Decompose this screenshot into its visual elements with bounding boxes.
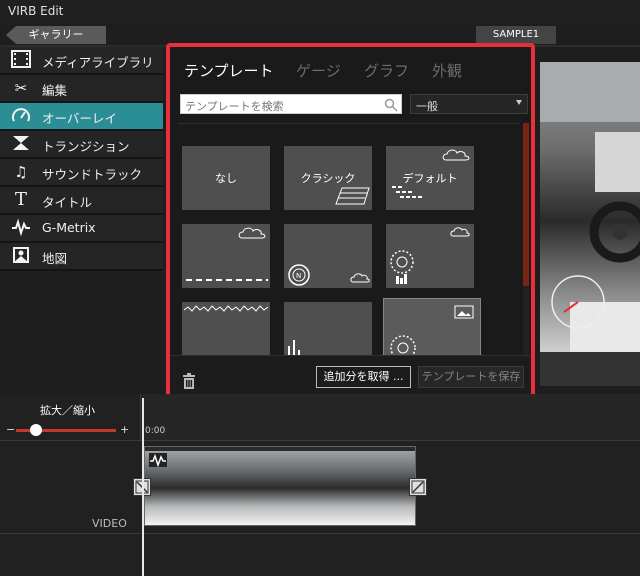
tab-graph[interactable]: グラフ	[364, 60, 409, 81]
svg-text:N: N	[296, 272, 301, 280]
title-t-icon: T	[14, 189, 27, 210]
timeline: 拡大／縮小 − + 0:00 VIDEO	[0, 394, 640, 576]
music-note-icon: ♫	[14, 163, 28, 181]
category-selected-value: 一般	[416, 100, 438, 113]
playhead[interactable]	[142, 398, 144, 576]
sidebar-item-overlay[interactable]: オーバーレイ	[0, 103, 163, 131]
template-default[interactable]: デフォルト	[386, 146, 474, 210]
dashed-line-icon	[186, 279, 268, 281]
sidebar-item-label: G-Metrix	[42, 220, 96, 235]
sidebar-item-label: タイトル	[42, 195, 93, 210]
sidebar-item-title[interactable]: T タイトル	[0, 187, 163, 215]
template-none[interactable]: なし	[182, 146, 270, 210]
template-grid: なし クラシック デフォルト N	[178, 123, 520, 356]
title-bar: VIRB Edit	[0, 0, 640, 22]
sidebar-item-label: 編集	[42, 83, 68, 98]
chevron-down-icon	[516, 100, 522, 105]
app-title: VIRB Edit	[8, 4, 64, 18]
sidebar-item-label: オーバーレイ	[42, 111, 117, 126]
preview-footer	[540, 352, 640, 386]
template-item[interactable]	[182, 224, 270, 288]
sidebar-item-edit[interactable]: ✂ 編集	[0, 75, 163, 103]
template-item[interactable]	[182, 302, 270, 356]
template-classic[interactable]: クラシック	[284, 146, 372, 210]
clip-frame-thumbnail	[285, 451, 415, 525]
sidebar: メディアライブラリ ✂ 編集 オーバーレイ トランジション ♫ サウンドトラック…	[0, 47, 163, 271]
tab-appearance[interactable]: 外観	[432, 60, 462, 81]
tab-gauge[interactable]: ゲージ	[296, 60, 341, 81]
category-dropdown[interactable]: 一般	[410, 94, 528, 114]
zoom-out-button[interactable]: −	[6, 423, 15, 436]
cloud-icon	[450, 227, 470, 237]
sidebar-item-label: メディアライブラリ	[42, 55, 154, 70]
trash-icon[interactable]	[182, 373, 196, 389]
template-search-field	[180, 94, 402, 116]
time-start-label: 0:00	[145, 426, 166, 436]
cloud-icon	[350, 273, 370, 283]
template-item[interactable]	[383, 298, 481, 356]
zoom-in-button[interactable]: +	[120, 423, 129, 436]
save-template-button[interactable]: テンプレートを保存	[418, 366, 524, 388]
zoom-slider-knob[interactable]	[30, 424, 42, 436]
vertical-bars-icon	[288, 340, 300, 356]
sidebar-item-soundtrack[interactable]: ♫ サウンドトラック	[0, 159, 163, 187]
waveform-icon	[184, 305, 268, 312]
sidebar-item-g-metrix[interactable]: G-Metrix	[0, 215, 163, 243]
video-track-label: VIDEO	[92, 517, 127, 530]
template-label: クラシック	[300, 172, 356, 185]
divider	[0, 533, 640, 534]
speed-bars-icon	[392, 186, 422, 198]
image-icon	[454, 305, 474, 319]
template-label: なし	[215, 172, 237, 185]
divider	[0, 440, 640, 441]
cloud-icon	[238, 227, 266, 239]
template-item[interactable]	[386, 224, 474, 288]
template-item[interactable]: N	[284, 224, 372, 288]
scissors-icon: ✂	[14, 79, 28, 97]
cloud-icon	[442, 149, 470, 161]
gallery-back-button[interactable]: ギャラリー	[6, 26, 106, 44]
sidebar-item-transition[interactable]: トランジション	[0, 131, 163, 159]
map-icon	[10, 246, 32, 266]
time-ruler[interactable]	[140, 394, 640, 440]
video-preview[interactable]	[540, 62, 640, 352]
tab-template[interactable]: テンプレート	[184, 60, 274, 81]
project-name-tab[interactable]: SAMPLE1	[476, 26, 556, 44]
transition-icon	[10, 134, 32, 154]
search-icon[interactable]	[384, 97, 398, 112]
zoom-label: 拡大／縮小	[40, 404, 95, 417]
clip-trim-end-handle[interactable]	[409, 478, 427, 496]
sidebar-item-label: サウンドトラック	[42, 167, 143, 182]
overlay-template-panel: テンプレート ゲージ グラフ 外観 一般 なし クラシック デフォルト	[166, 43, 535, 406]
film-icon	[10, 50, 32, 70]
sidebar-item-media-library[interactable]: メディアライブラリ	[0, 47, 163, 75]
template-search-input[interactable]	[181, 97, 379, 116]
g-metrix-icon	[149, 453, 167, 467]
template-item[interactable]	[284, 302, 372, 356]
sidebar-empty-area	[0, 271, 163, 386]
get-more-button[interactable]: 追加分を取得 ...	[316, 366, 411, 388]
speedometer-icon	[390, 250, 414, 284]
video-clip[interactable]	[144, 446, 416, 526]
bar-graph-icon	[335, 187, 370, 205]
sidebar-item-label: 地図	[42, 251, 68, 266]
speedometer-icon	[390, 335, 416, 356]
gauge-icon	[10, 106, 32, 126]
sidebar-item-label: トランジション	[42, 139, 130, 154]
compass-icon: N	[288, 264, 310, 286]
g-metrix-icon	[10, 218, 32, 238]
sidebar-item-map[interactable]: 地図	[0, 243, 163, 271]
scrollbar-thumb[interactable]	[523, 123, 529, 286]
